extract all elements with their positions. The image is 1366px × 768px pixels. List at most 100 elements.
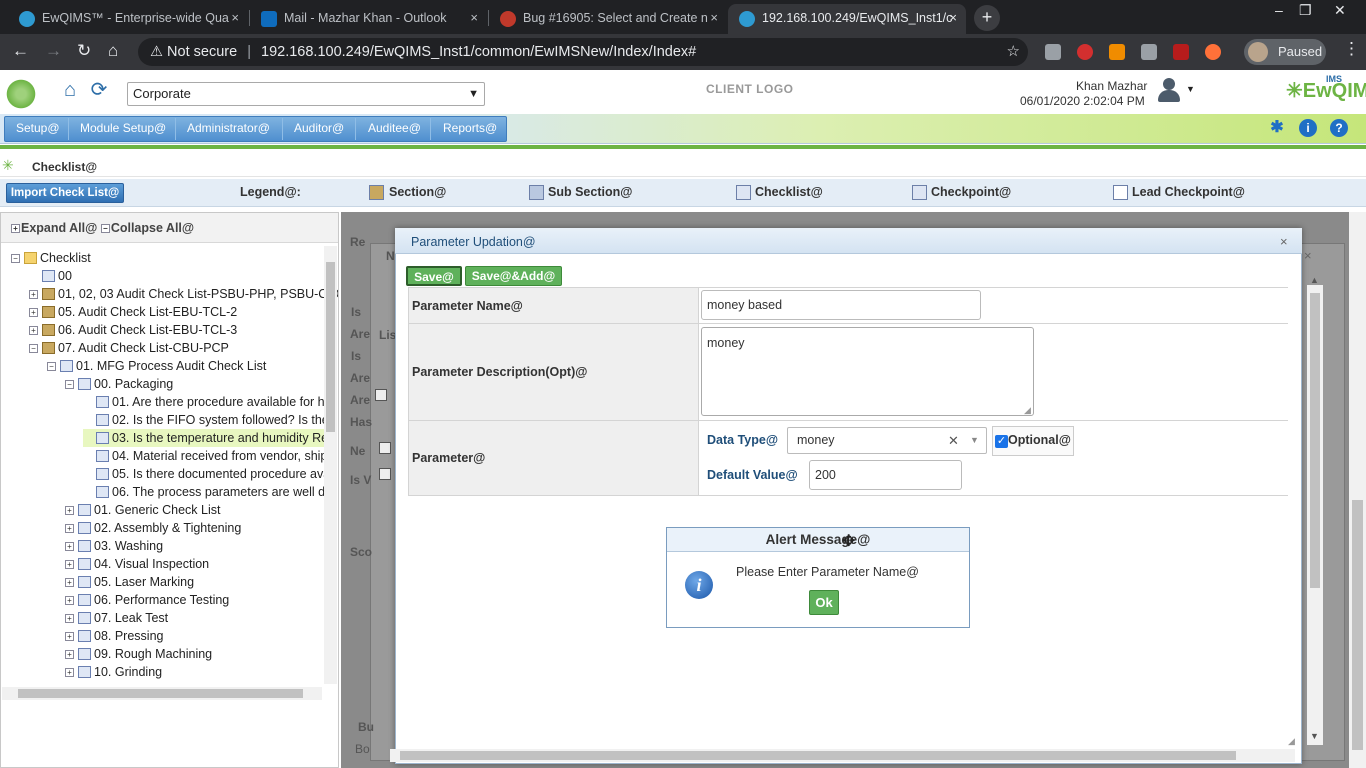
user-avatar-icon[interactable] — [1156, 76, 1182, 104]
profile-button[interactable]: Paused — [1244, 39, 1326, 65]
url-field[interactable]: ⚠ Not secure | 192.168.100.249/EwQIMS_In… — [138, 38, 1028, 66]
tree-node[interactable]: +07. Leak Test — [65, 609, 168, 627]
expand-node-icon[interactable]: + — [29, 290, 38, 299]
more-menu-icon[interactable]: ⋮ — [1343, 39, 1360, 59]
menu-auditor[interactable]: Auditor@ — [294, 121, 344, 135]
back-arrow-icon[interactable]: ← — [12, 41, 29, 61]
close-tab-icon[interactable]: × — [710, 4, 718, 32]
menu-setup[interactable]: Setup@ — [16, 121, 60, 135]
tree-node[interactable]: +05. Laser Marking — [65, 573, 194, 591]
bookmark-star-icon[interactable]: ☆ — [1007, 38, 1020, 66]
save-and-add-button[interactable]: Save@&Add@ — [465, 266, 562, 286]
tree-node[interactable]: 04. Material received from vendor, ship — [83, 447, 327, 465]
expand-all-button[interactable]: + Expand All@ — [11, 221, 97, 235]
close-tab-icon[interactable]: × — [470, 4, 478, 32]
tree-node[interactable]: +02. Assembly & Tightening — [65, 519, 241, 537]
refresh-icon[interactable]: ⟳ — [87, 78, 111, 102]
tab-active[interactable]: 192.168.100.249/EwQIMS_Inst1/c × — [728, 4, 966, 34]
expand-node-icon[interactable]: + — [29, 326, 38, 335]
minimize-icon[interactable]: – — [1275, 2, 1283, 18]
expand-node-icon[interactable]: + — [65, 596, 74, 605]
expand-node-icon[interactable]: + — [65, 650, 74, 659]
tree-node[interactable]: 00 — [29, 267, 72, 285]
help-icon[interactable]: ? — [1330, 119, 1348, 137]
tree-scroll-thumb[interactable] — [326, 262, 335, 432]
expand-node-icon[interactable]: + — [65, 632, 74, 641]
dialog-scroll-thumb[interactable] — [1310, 293, 1320, 588]
collapse-node-icon[interactable]: − — [11, 254, 20, 263]
company-select[interactable]: Corporate ▼ — [127, 82, 485, 106]
data-type-select[interactable]: money ✕ ▼ — [787, 427, 987, 454]
collapse-all-button[interactable]: − Collapse All@ — [100, 221, 194, 235]
close-window-icon[interactable]: ✕ — [1334, 2, 1346, 19]
chevron-down-icon[interactable]: ▼ — [970, 428, 979, 453]
menu-auditee[interactable]: Auditee@ — [368, 121, 421, 135]
tree-node[interactable]: 01. Are there procedure available for ha — [83, 393, 332, 411]
user-menu-caret-icon[interactable]: ▼ — [1186, 84, 1195, 94]
tree-node[interactable]: − 01. MFG Process Audit Check List — [47, 357, 266, 375]
restore-icon[interactable]: ❐ — [1299, 2, 1312, 19]
tab-outlook[interactable]: Mail - Mazhar Khan - Outlook × — [250, 4, 487, 34]
ok-button[interactable]: Ok — [809, 590, 839, 615]
expand-node-icon[interactable]: + — [65, 578, 74, 587]
dialog-hscroll-thumb[interactable] — [400, 751, 1236, 760]
collapse-node-icon[interactable]: − — [65, 380, 74, 389]
tree-node[interactable]: +08. Pressing — [65, 627, 163, 645]
tab-bug[interactable]: Bug #16905: Select and Create n × — [489, 4, 727, 34]
tree-node[interactable]: +03. Washing — [65, 537, 163, 555]
expand-node-icon[interactable]: + — [65, 506, 74, 515]
tree-node[interactable]: 03. Is the temperature and humidity Re — [83, 429, 329, 447]
reload-icon[interactable]: ↻ — [77, 41, 91, 61]
expand-node-icon[interactable]: + — [65, 524, 74, 533]
expand-node-icon[interactable]: + — [65, 560, 74, 569]
tree-node[interactable]: +04. Visual Inspection — [65, 555, 209, 573]
resize-grip-icon[interactable]: ◢ — [1024, 405, 1031, 416]
close-tab-icon[interactable]: × — [231, 4, 239, 32]
tree-node[interactable]: 02. Is the FIFO system followed? Is the — [83, 411, 329, 429]
home-icon[interactable]: ⌂ — [108, 41, 118, 61]
menu-reports[interactable]: Reports@ — [443, 121, 497, 135]
parameter-name-input[interactable]: money based — [701, 290, 981, 320]
tree-node[interactable]: 05. Is there documented procedure ava — [83, 465, 330, 483]
new-tab-button[interactable]: + — [974, 5, 1000, 31]
tree-node[interactable]: − Checklist — [11, 249, 91, 267]
tree-node[interactable]: +06. Audit Check List-EBU-TCL-3 — [29, 321, 237, 339]
import-checklist-button[interactable]: Import Check List@ — [6, 183, 124, 203]
clear-selection-icon[interactable]: ✕ — [948, 428, 959, 453]
tree-node[interactable]: 06. The process parameters are well do — [83, 483, 332, 501]
shield-extension-icon[interactable] — [1045, 44, 1061, 60]
g-extension-icon[interactable] — [1141, 44, 1157, 60]
page-scroll-thumb[interactable] — [1352, 500, 1363, 750]
expand-node-icon[interactable]: + — [29, 308, 38, 317]
firefox-extension-icon[interactable] — [1205, 44, 1221, 60]
tree-node[interactable]: +05. Audit Check List-EBU-TCL-2 — [29, 303, 237, 321]
collapse-node-icon[interactable]: − — [47, 362, 56, 371]
pdf-extension-icon[interactable] — [1173, 44, 1189, 60]
collapse-node-icon[interactable]: − — [29, 344, 38, 353]
amazon-extension-icon[interactable] — [1109, 44, 1125, 60]
menu-module-setup[interactable]: Module Setup@ — [80, 121, 166, 135]
pin-icon[interactable]: ✱ — [1268, 119, 1286, 137]
tree-node[interactable]: +01, 02, 03 Audit Check List-PSBU-PHP, P… — [29, 285, 338, 303]
tree-node[interactable]: − 00. Packaging — [65, 375, 173, 393]
tab-ewqims[interactable]: EwQIMS™ - Enterprise-wide Qua × — [8, 4, 248, 34]
expand-node-icon[interactable]: + — [65, 614, 74, 623]
tree-hscroll-thumb[interactable] — [18, 689, 303, 698]
dialog-close-icon[interactable]: × — [1280, 234, 1288, 249]
forward-arrow-icon[interactable]: → — [45, 41, 62, 61]
tree-node[interactable]: +10. Grinding — [65, 663, 162, 681]
info-icon[interactable]: i — [1299, 119, 1317, 137]
save-button[interactable]: Save@ — [406, 266, 462, 286]
expand-node-icon[interactable]: + — [65, 668, 74, 677]
tree-node[interactable]: +06. Performance Testing — [65, 591, 229, 609]
tree-node[interactable]: +09. Rough Machining — [65, 645, 212, 663]
parameter-description-textarea[interactable]: money — [701, 327, 1034, 416]
tree-node[interactable]: − 07. Audit Check List-CBU-PCP — [29, 339, 229, 357]
app-home-icon[interactable]: ⌂ — [58, 78, 82, 102]
default-value-input[interactable]: 200 — [809, 460, 962, 490]
scroll-up-icon[interactable]: ▲ — [1310, 275, 1319, 285]
scroll-down-icon[interactable]: ▼ — [1310, 731, 1319, 741]
close-tab-icon[interactable]: × — [949, 4, 957, 32]
tree-node[interactable]: +01. Generic Check List — [65, 501, 220, 519]
optional-checkbox[interactable]: ✓ — [995, 435, 1008, 448]
